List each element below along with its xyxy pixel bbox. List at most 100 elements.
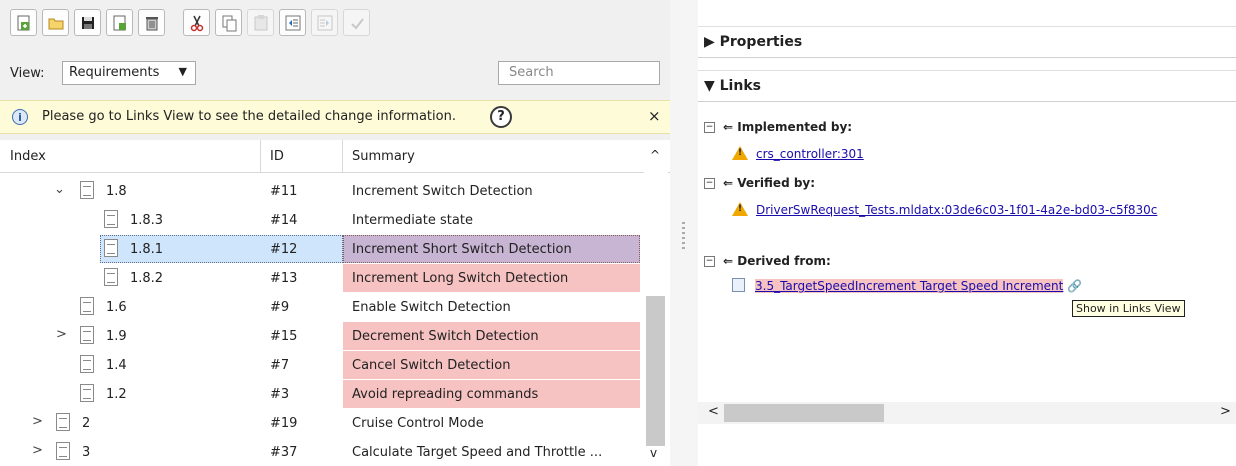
document-icon — [80, 384, 94, 402]
requirements-table: Index ID Summary ⌄ 1.8 #11 Increment Switch… — [0, 140, 670, 466]
row-index: 1.8.1 — [130, 242, 164, 257]
info-text: Please go to Links View to see the detai… — [42, 109, 456, 124]
document-icon — [80, 181, 94, 199]
row-summary: Increment Long Switch Detection — [352, 271, 569, 286]
indent-button[interactable] — [311, 9, 338, 36]
document-icon — [104, 268, 118, 286]
requirement-icon — [732, 278, 745, 292]
links-section[interactable]: ▼ Links — [698, 70, 1236, 102]
row-index: 1.6 — [106, 300, 127, 315]
verified-by-group[interactable]: − ⇐ Verified by: — [704, 176, 815, 190]
links-body: −⇐ Implemented by: crs_controller:301 −⇐… — [698, 104, 1236, 404]
document-icon — [56, 413, 70, 431]
toolbar — [10, 9, 370, 41]
table-row[interactable]: >1.9 #15 Decrement Switch Detection — [0, 322, 640, 351]
row-summary: Cruise Control Mode — [352, 416, 484, 431]
column-header-id[interactable]: ID — [270, 149, 284, 164]
row-id: #7 — [270, 358, 290, 373]
paste-button[interactable] — [247, 9, 274, 36]
cut-button[interactable] — [183, 9, 210, 36]
warning-icon — [732, 202, 748, 216]
table-row[interactable]: >3 #37 Calculate Target Speed and Throttle… — [0, 438, 640, 466]
row-id: #14 — [270, 213, 298, 228]
column-header-index[interactable]: Index — [10, 149, 46, 164]
requirements-panel: View: Requirements ▼ Search i Please go … — [0, 0, 670, 466]
scrollbar-thumb[interactable] — [646, 296, 665, 446]
delete-icon — [145, 16, 158, 30]
row-id: #9 — [270, 300, 290, 315]
scroll-up-icon[interactable]: ^ — [650, 148, 660, 162]
derived-from-link[interactable]: 3.5_TargetSpeedIncrement Target Speed In… — [732, 278, 1082, 293]
panel-splitter[interactable] — [670, 0, 698, 466]
collapse-icon[interactable]: − — [704, 256, 715, 267]
row-summary: Cancel Switch Detection — [352, 358, 511, 373]
table-row[interactable]: 1.8.2 #13 Increment Long Switch Detection — [0, 264, 640, 293]
document-icon — [80, 326, 94, 344]
add-child-button[interactable] — [106, 9, 133, 36]
scrollbar-thumb[interactable] — [724, 404, 884, 422]
implemented-by-link[interactable]: crs_controller:301 — [732, 146, 864, 161]
tooltip: Show in Links View — [1072, 300, 1185, 317]
scroll-left-icon[interactable]: < — [708, 404, 719, 419]
save-button[interactable] — [74, 9, 101, 36]
details-panel: ▶ Properties ▼ Links − ⇐ Implemented by: … — [698, 0, 1236, 466]
verified-by-link[interactable]: DriverSwRequest_Tests.mldatx:03de6c03-1f… — [732, 202, 1157, 217]
search-input[interactable]: Search — [498, 61, 660, 85]
table-row[interactable]: >2 #19 Cruise Control Mode — [0, 409, 640, 438]
paste-icon — [254, 14, 267, 30]
properties-section[interactable]: ▶ Properties — [698, 26, 1236, 58]
link-button[interactable] — [343, 9, 370, 36]
add-requirement-button[interactable] — [10, 9, 37, 36]
scroll-down-icon[interactable]: v — [650, 446, 657, 460]
close-icon[interactable]: × — [648, 107, 661, 125]
table-row[interactable]: 1.8.1 #12 Increment Short Switch Detection — [0, 235, 640, 264]
row-summary: Enable Switch Detection — [352, 300, 511, 315]
open-button[interactable] — [42, 9, 69, 36]
link-icon — [350, 17, 364, 30]
delete-button[interactable] — [138, 9, 165, 36]
copy-icon — [222, 15, 236, 31]
expand-arrow-icon[interactable]: ⌄ — [54, 182, 65, 197]
properties-title: ▶ Properties — [704, 34, 803, 50]
horizontal-scrollbar[interactable]: < > — [698, 402, 1236, 424]
document-icon — [56, 442, 70, 460]
copy-button[interactable] — [215, 9, 242, 36]
column-header-summary[interactable]: Summary — [352, 149, 415, 164]
indent-icon — [317, 15, 332, 30]
table-row[interactable]: 1.6 #9 Enable Switch Detection — [0, 293, 640, 322]
document-icon — [80, 355, 94, 373]
save-icon — [81, 16, 94, 29]
row-id: #3 — [270, 387, 290, 402]
collapse-icon[interactable]: − — [704, 178, 715, 189]
view-row: View: Requirements ▼ Search — [10, 60, 660, 88]
outdent-button[interactable] — [279, 9, 306, 36]
derived-from-group[interactable]: − ⇐ Derived from: — [704, 254, 831, 268]
vertical-scrollbar[interactable]: ^ v — [644, 140, 668, 466]
row-summary: Increment Switch Detection — [352, 184, 533, 199]
scroll-right-icon[interactable]: > — [1220, 404, 1231, 419]
chevron-down-icon: ▼ — [178, 65, 187, 78]
collapse-arrow-icon[interactable]: > — [32, 443, 43, 458]
row-summary: Increment Short Switch Detection — [352, 242, 572, 257]
chain-link-icon[interactable]: 🔗 — [1067, 279, 1082, 293]
row-index: 1.9 — [106, 329, 127, 344]
view-select-value: Requirements — [69, 65, 160, 80]
help-icon[interactable]: ? — [490, 106, 512, 128]
collapse-arrow-icon[interactable]: > — [32, 414, 43, 429]
add-requirement-icon — [17, 15, 29, 30]
implemented-by-group[interactable]: − ⇐ Implemented by: — [704, 120, 852, 134]
collapse-arrow-icon[interactable]: > — [56, 327, 67, 342]
row-id: #15 — [270, 329, 298, 344]
table-row[interactable]: 1.8.3 #14 Intermediate state — [0, 206, 640, 235]
document-icon — [104, 210, 118, 228]
collapse-icon[interactable]: − — [704, 122, 715, 133]
row-summary: Avoid repreading commands — [352, 387, 539, 402]
row-summary: Intermediate state — [352, 213, 473, 228]
table-row[interactable]: ⌄ 1.8 #11 Increment Switch Detection — [0, 177, 640, 206]
table-row[interactable]: 1.2 #3 Avoid repreading commands — [0, 380, 640, 409]
table-header: Index ID Summary — [0, 140, 670, 173]
table-row[interactable]: 1.4 #7 Cancel Switch Detection — [0, 351, 640, 380]
links-title: ▼ Links — [704, 78, 761, 94]
view-select[interactable]: Requirements ▼ — [62, 61, 196, 85]
row-id: #12 — [270, 242, 298, 257]
